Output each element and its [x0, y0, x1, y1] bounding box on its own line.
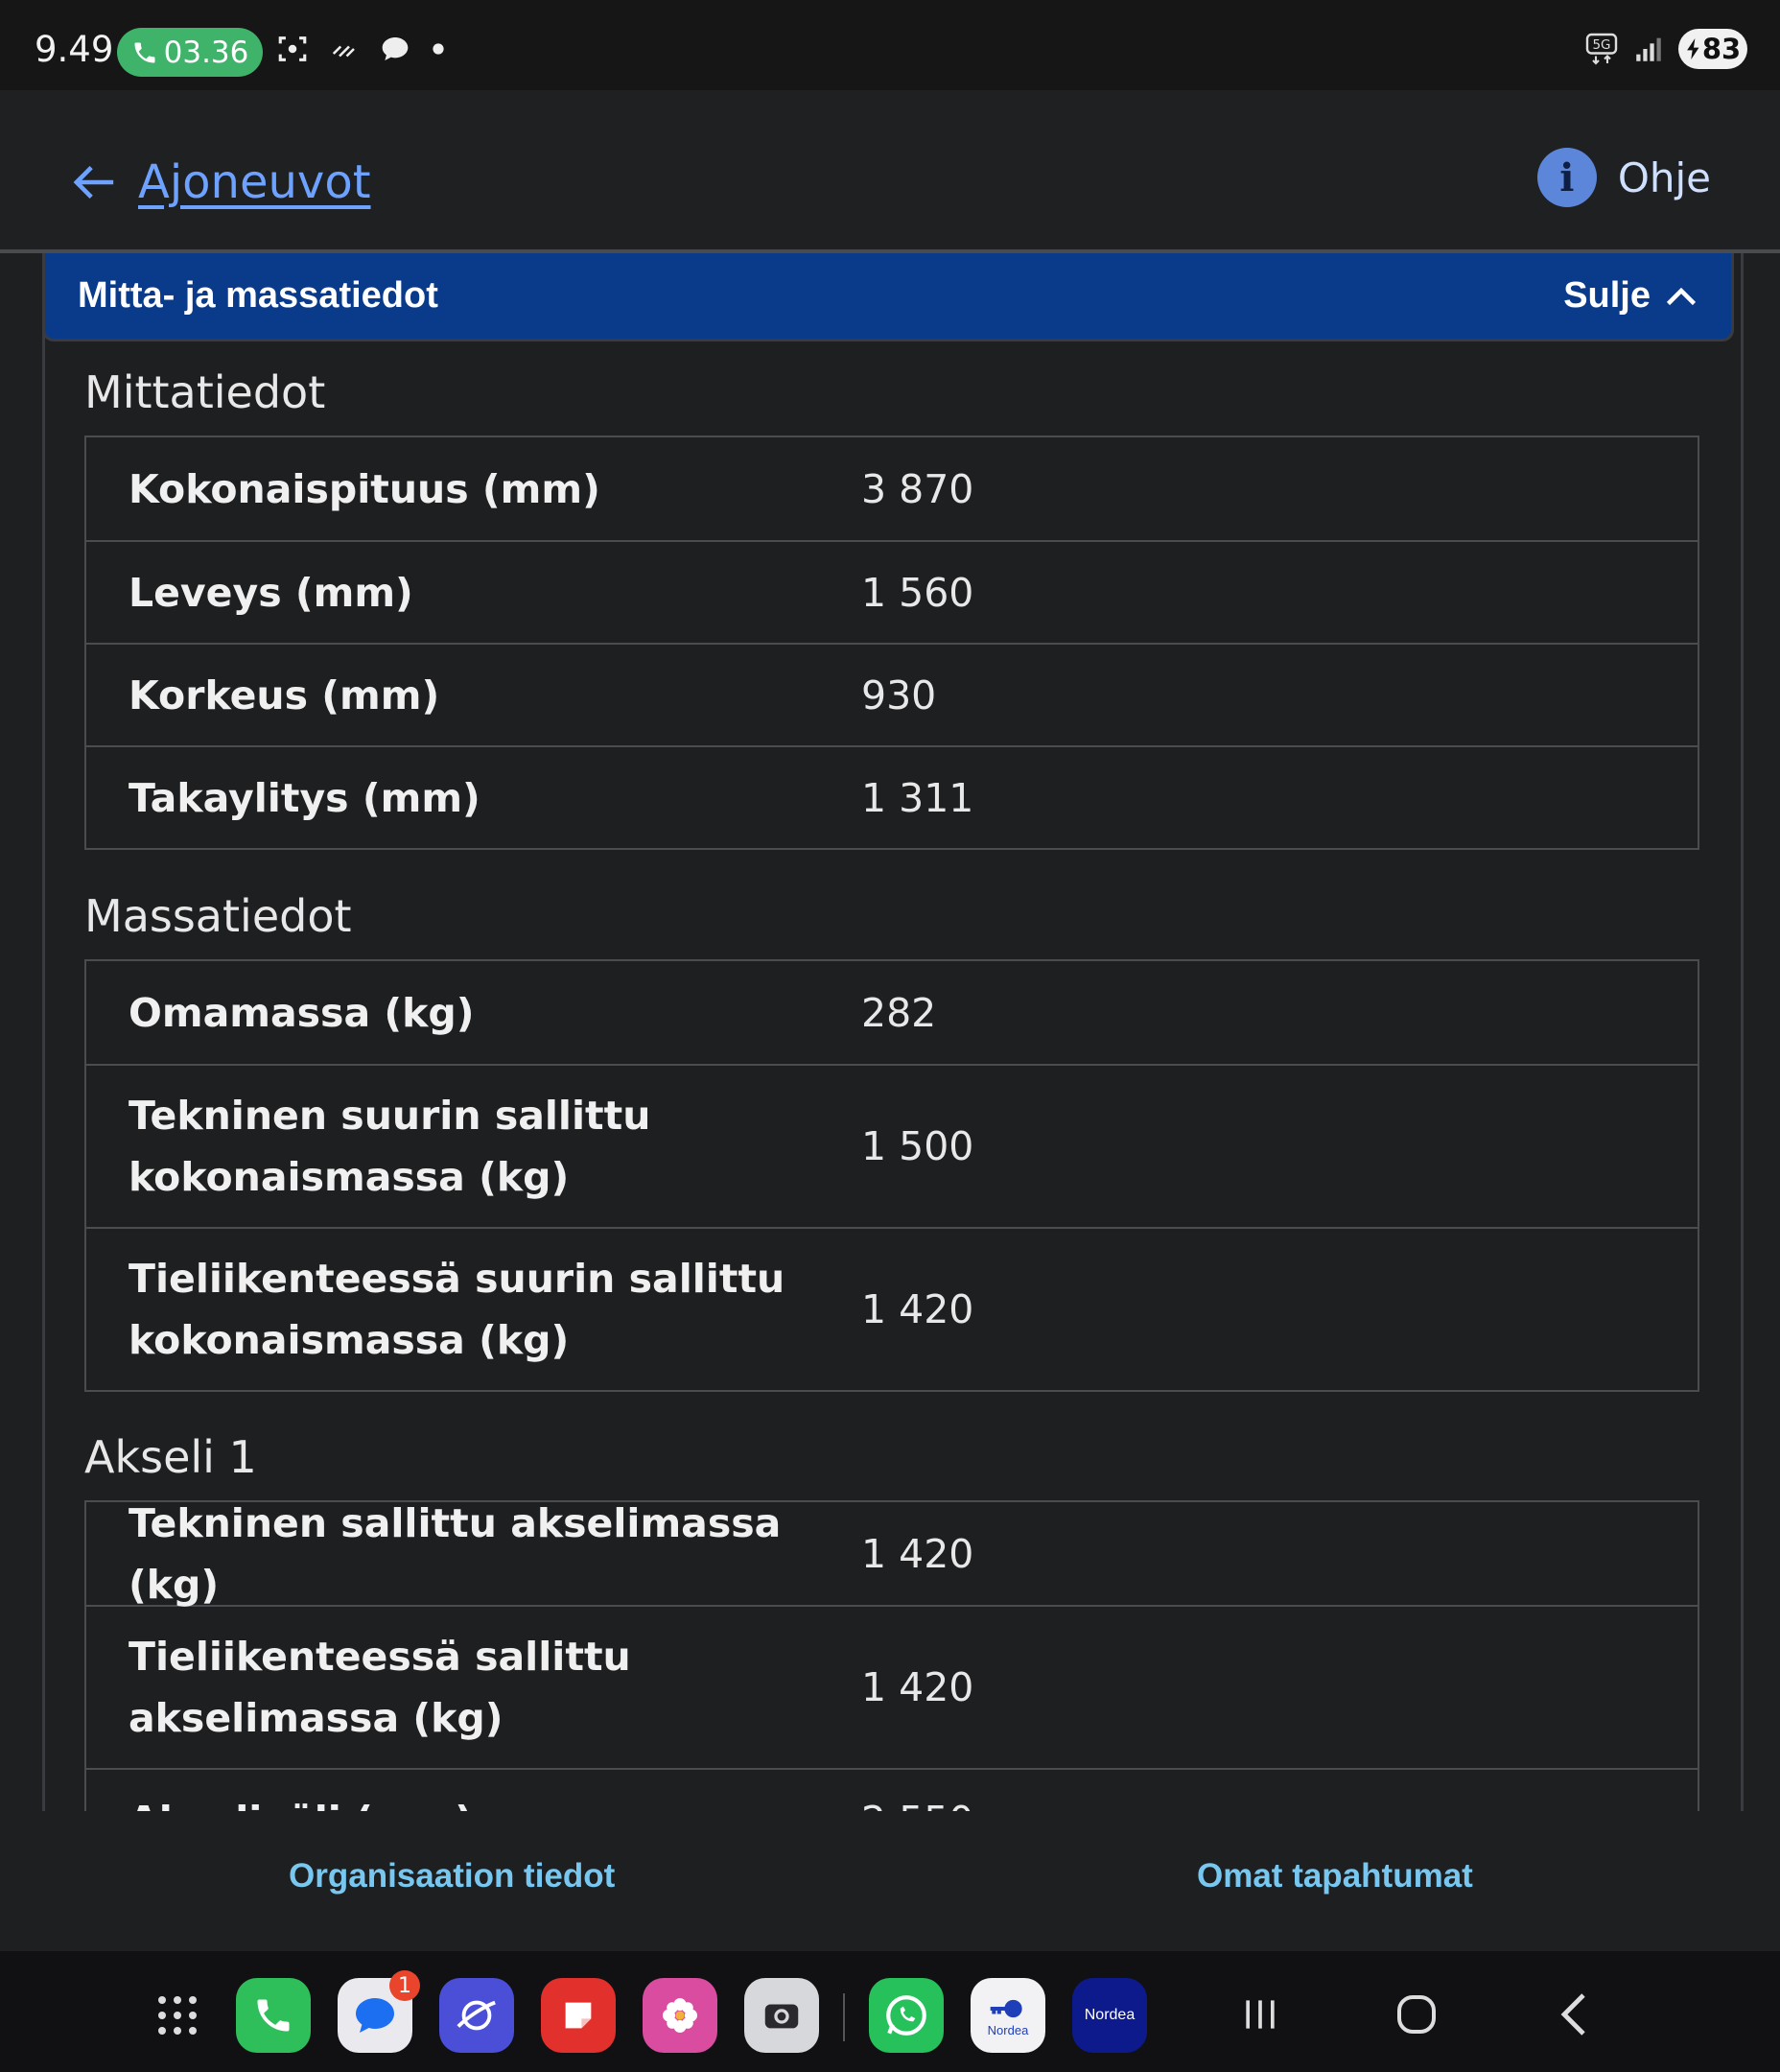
row-label: Korkeus (mm): [129, 671, 440, 718]
accordion-header[interactable]: Mitta- ja massatiedot Sulje: [42, 253, 1734, 341]
planet-icon: [457, 2000, 496, 2031]
back-link-label[interactable]: Ajoneuvot: [138, 155, 371, 209]
note-icon: [565, 2002, 592, 2029]
recent-apps-icon: [1246, 2000, 1275, 2029]
row-value: 1 311: [861, 774, 974, 821]
table-row: Leveys (mm) 1 560: [86, 540, 1698, 643]
help-label: Ohje: [1617, 153, 1711, 201]
status-bar: 9.49 03.36 5G 83: [0, 0, 1780, 90]
recent-apps-button[interactable]: [1227, 1986, 1294, 2043]
whatsapp-app-icon[interactable]: [869, 1978, 944, 2053]
table-row: Tieliikenteessä suurin sallittu kokonais…: [86, 1227, 1698, 1390]
row-label: Tieliikenteessä sallittu akselimassa (kg…: [129, 1634, 631, 1741]
axle-table: Tekninen sallittu akselimassa (kg) 1 420…: [84, 1500, 1699, 1811]
row-value: 1 500: [861, 1123, 974, 1169]
table-row: Tieliikenteessä sallittu akselimassa (kg…: [86, 1605, 1698, 1768]
back-link[interactable]: Ajoneuvot: [73, 155, 371, 209]
message-bubble-icon: [356, 1998, 394, 2033]
back-button[interactable]: [1540, 1986, 1607, 2043]
close-label: Sulje: [1563, 275, 1651, 316]
organization-info-link[interactable]: Organisaation tiedot: [289, 1857, 615, 1895]
home-icon: [1397, 1995, 1436, 2034]
row-label: Omamassa (kg): [129, 989, 475, 1036]
bottom-navigation: Organisaation tiedot Omat tapahtumat: [0, 1811, 1780, 1951]
android-dock: 1 Nordea Nordea: [0, 1951, 1780, 2072]
phone-app-icon[interactable]: [236, 1978, 311, 2053]
chevron-up-icon: [1666, 287, 1697, 305]
messages-badge: 1: [389, 1970, 420, 2001]
row-label: Tekninen suurin sallittu kokonaismassa (…: [129, 1093, 651, 1200]
status-time: 9.49: [35, 29, 114, 70]
nordea-app-icon[interactable]: Nordea: [1072, 1978, 1147, 2053]
browser-app-icon[interactable]: [439, 1978, 514, 2053]
row-value: 2 550: [861, 1798, 1698, 1812]
content-area: Mitta- ja massatiedot Sulje Mittatiedot …: [0, 253, 1780, 1811]
notification-dot-icon: [433, 43, 444, 55]
row-value: 1 560: [861, 569, 974, 616]
flower-icon: [662, 1997, 698, 2034]
mass-table: Omamassa (kg) 282 Tekninen suurin sallit…: [84, 959, 1699, 1392]
arrow-left-icon: [73, 166, 114, 199]
row-label: Leveys (mm): [129, 569, 413, 616]
nordea-id-app-icon[interactable]: Nordea: [971, 1978, 1045, 2053]
battery-level: 83: [1701, 33, 1742, 65]
section-title-axle: Akseli 1: [84, 1431, 257, 1483]
accordion-close-button[interactable]: Sulje: [1563, 275, 1698, 317]
home-button[interactable]: [1383, 1986, 1450, 2043]
help-button[interactable]: i Ohje: [1536, 148, 1711, 207]
table-row: Akseliväli (mm) 2 550: [86, 1768, 1698, 1811]
app-drawer-icon[interactable]: [140, 1978, 215, 2053]
messages-app-icon[interactable]: 1: [338, 1970, 420, 2053]
whatsapp-icon: [886, 1995, 926, 2036]
row-label: Takaylitys (mm): [129, 774, 480, 821]
nordea-label: Nordea: [1084, 2007, 1136, 2023]
section-title-mass: Massatiedot: [84, 890, 352, 942]
row-value: 3 870: [861, 465, 974, 512]
table-row: Omamassa (kg) 282: [86, 961, 1698, 1064]
row-value: 1 420: [861, 1530, 974, 1577]
info-icon: i: [1536, 148, 1597, 207]
row-value: 282: [861, 989, 937, 1036]
svg-text:5G: 5G: [1592, 37, 1610, 53]
screenshot-icon: [278, 36, 307, 61]
row-label: Tekninen sallittu akselimassa (kg): [129, 1499, 782, 1608]
key-icon: [990, 1999, 1022, 2017]
dock-divider: [843, 1993, 845, 2041]
dimensions-table: Kokonaispituus (mm) 3 870 Leveys (mm) 1 …: [84, 436, 1699, 850]
phone-handset-icon: [257, 1999, 290, 2032]
row-label: Akseliväli (mm): [86, 1790, 861, 1812]
row-label: Tieliikenteessä suurin sallittu kokonais…: [129, 1256, 785, 1363]
5g-icon: 5G: [1585, 33, 1618, 65]
charging-icon: [1686, 38, 1699, 59]
table-row: Tekninen suurin sallittu kokonaismassa (…: [86, 1064, 1698, 1227]
own-events-link[interactable]: Omat tapahtumat: [1197, 1857, 1473, 1895]
row-value: 930: [861, 671, 937, 718]
gallery-app-icon[interactable]: [643, 1978, 717, 2053]
table-row: Tekninen sallittu akselimassa (kg) 1 420: [86, 1500, 1698, 1608]
camera-app-icon[interactable]: [744, 1978, 819, 2053]
row-value: 1 420: [861, 1664, 974, 1710]
row-value: 1 420: [861, 1286, 974, 1332]
battery-indicator: 83: [1678, 29, 1747, 69]
signal-icon: [1636, 37, 1661, 61]
accordion-title: Mitta- ja massatiedot: [78, 275, 438, 316]
camera-icon: [764, 2004, 799, 2029]
call-duration: 03.36: [163, 35, 249, 70]
phone-icon: [134, 42, 155, 62]
vibrate-icon: [332, 45, 355, 58]
section-title-dimensions: Mittatiedot: [84, 366, 326, 418]
grid-dots-icon: [158, 1996, 197, 2035]
table-row: Korkeus (mm) 930: [86, 643, 1698, 745]
table-row: Kokonaispituus (mm) 3 870: [86, 437, 1698, 540]
app-header: Ajoneuvot i Ohje: [0, 90, 1780, 253]
table-row: Takaylitys (mm) 1 311: [86, 745, 1698, 848]
call-indicator[interactable]: 03.36: [117, 28, 263, 77]
nordea-id-label: Nordea: [987, 2022, 1029, 2037]
notes-app-icon[interactable]: [541, 1978, 616, 2053]
chat-bubble-icon: [382, 37, 409, 60]
row-label: Kokonaispituus (mm): [129, 465, 600, 512]
back-chevron-icon: [1560, 1993, 1585, 2036]
